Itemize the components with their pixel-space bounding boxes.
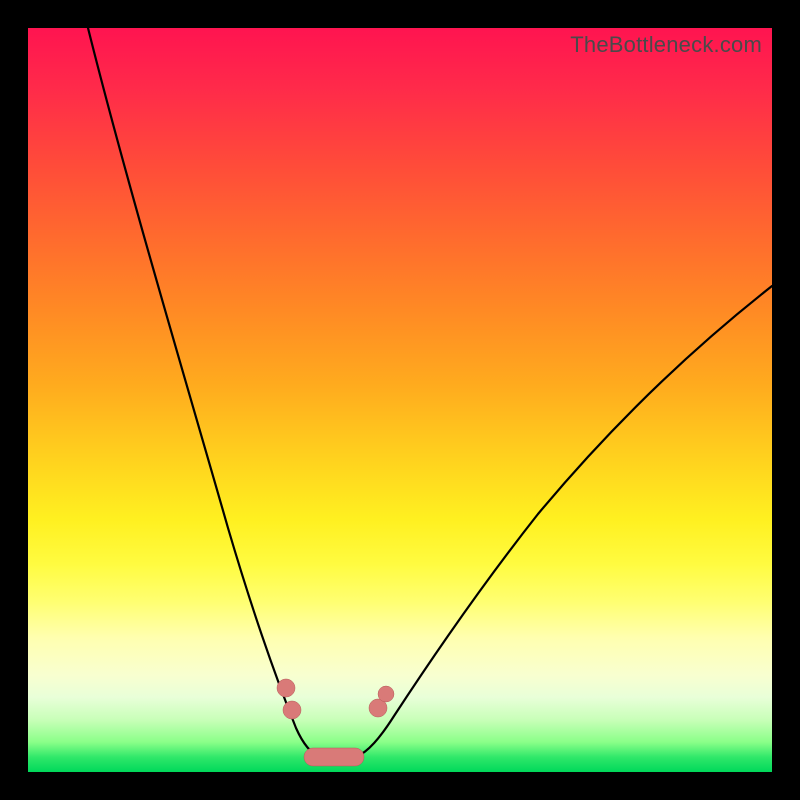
marker-dot — [277, 679, 295, 697]
marker-dot — [378, 686, 394, 702]
left-branch-path — [88, 28, 320, 757]
right-branch-path — [356, 286, 772, 757]
chart-svg — [28, 28, 772, 772]
marker-bar — [304, 748, 364, 766]
curve-group — [88, 28, 772, 759]
chart-frame: TheBottleneck.com — [28, 28, 772, 772]
marker-dot — [283, 701, 301, 719]
